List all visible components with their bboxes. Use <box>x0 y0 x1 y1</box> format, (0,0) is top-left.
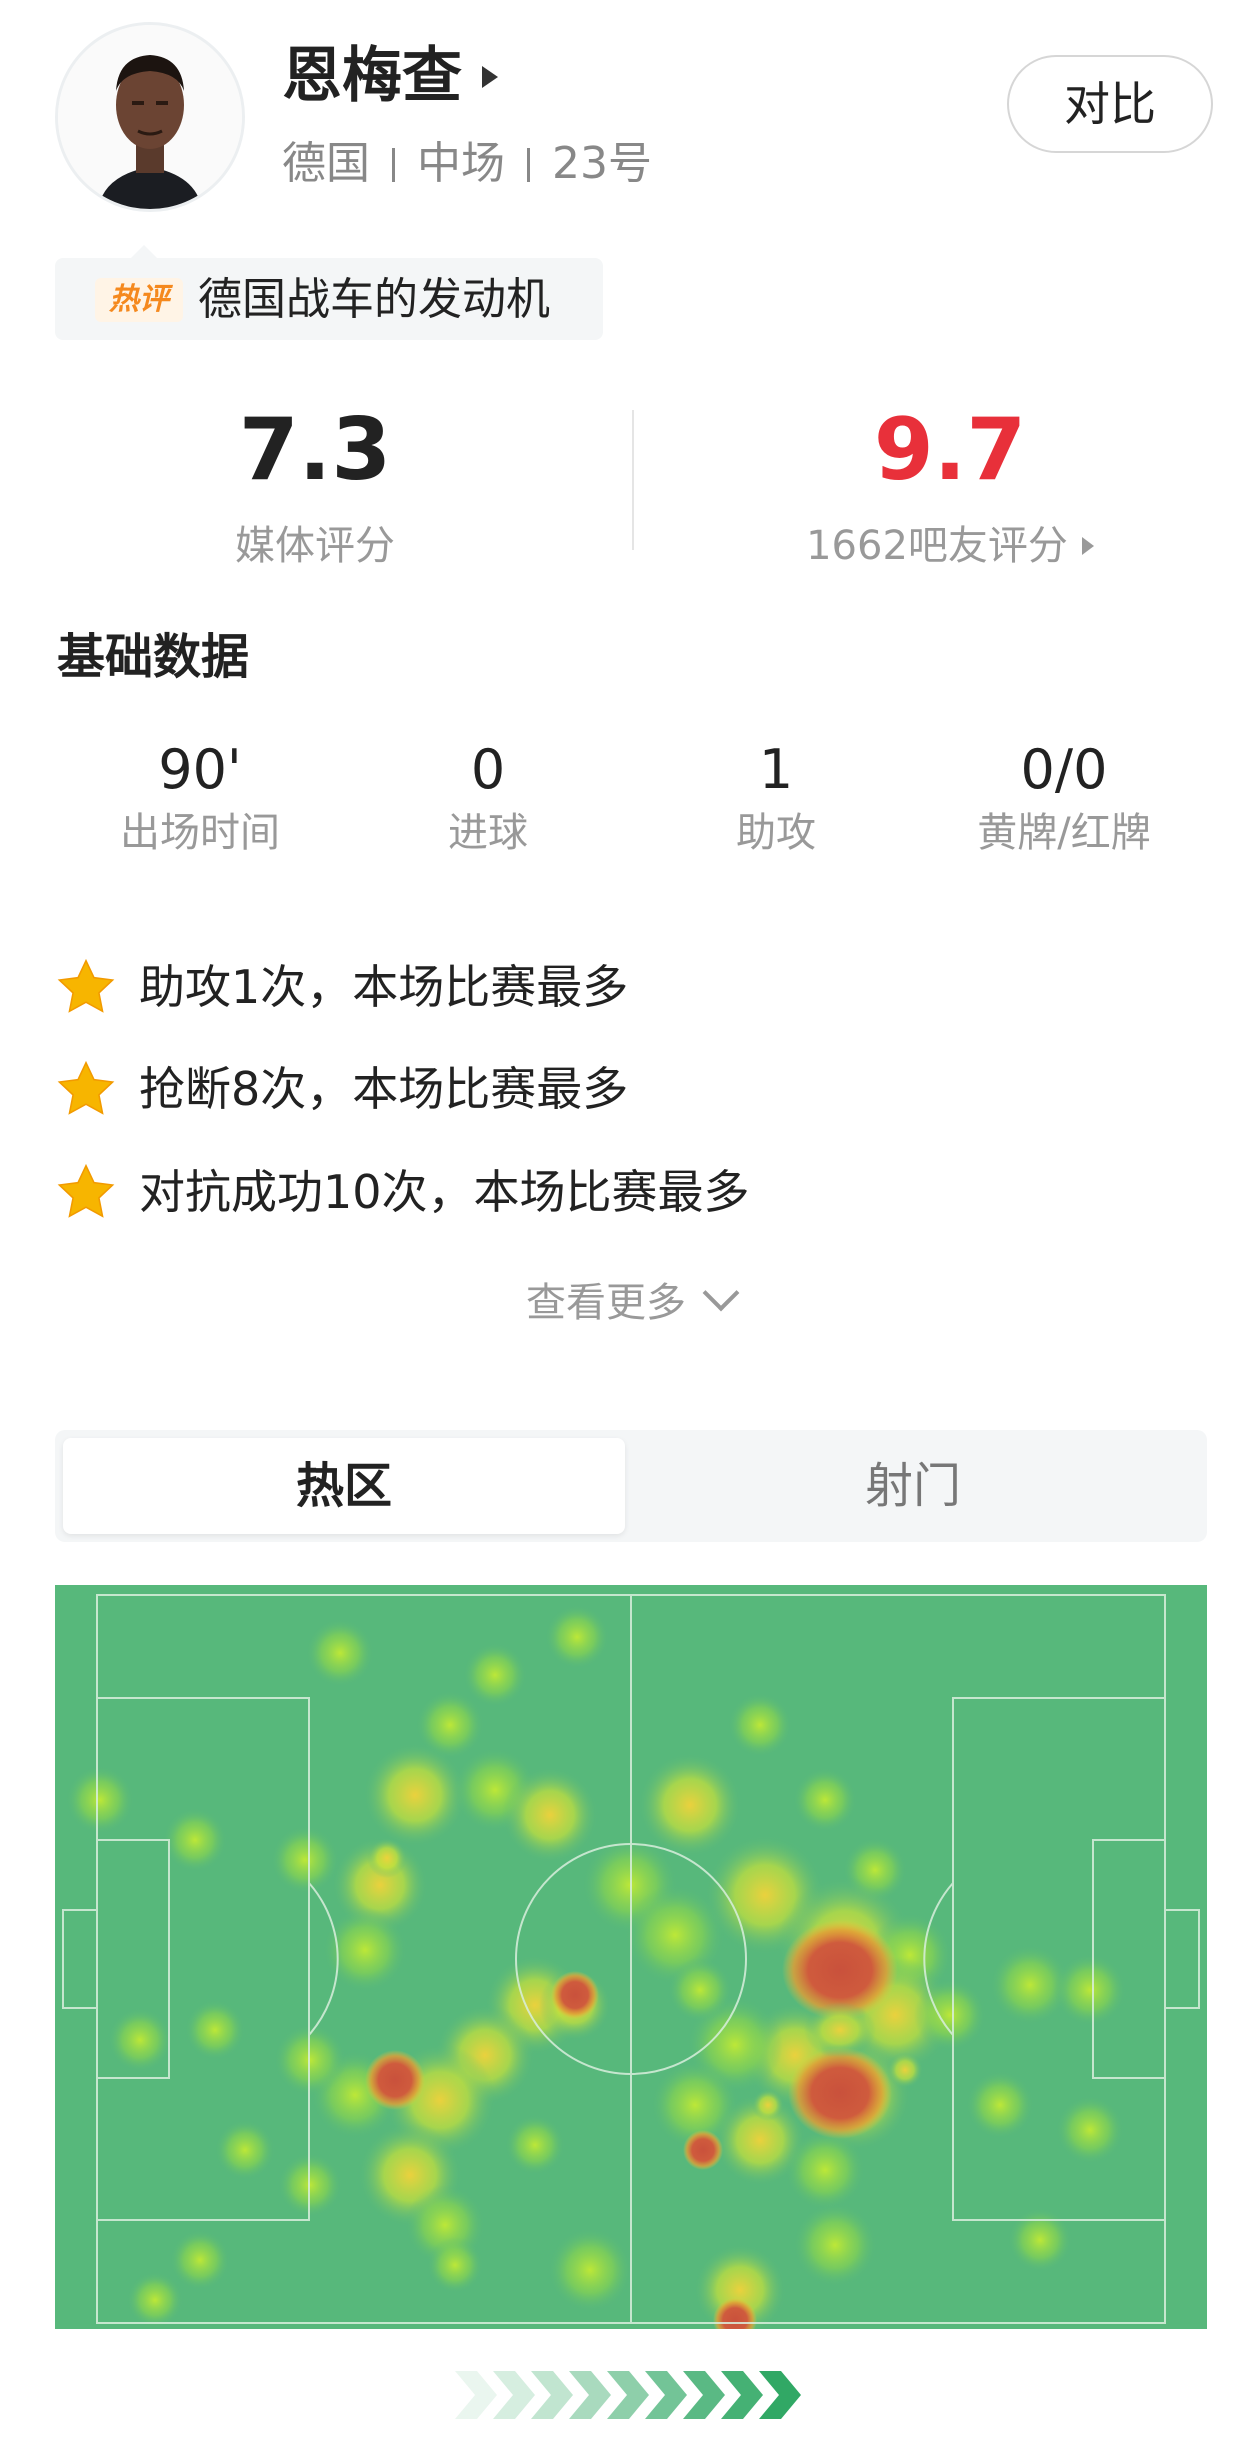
stat-label: 出场时间 <box>120 810 280 856</box>
divider <box>527 148 530 182</box>
tab-heatmap[interactable]: 热区 <box>63 1438 625 1534</box>
media-score: 7.3 <box>238 400 392 500</box>
stat-value: 0 <box>470 738 506 801</box>
hot-comment-pointer <box>130 245 158 259</box>
fan-score[interactable]: 9.7 <box>750 400 1150 500</box>
player-name[interactable]: 恩梅查 <box>282 36 462 116</box>
highlight-item: 抢断8次，本场比赛最多 <box>55 1057 628 1121</box>
stat-cards: 0/0 黄牌/红牌 <box>914 735 1214 861</box>
star-icon <box>57 1163 115 1218</box>
heatmap-pitch <box>55 1585 1207 2329</box>
star-icon <box>57 1060 115 1115</box>
player-number: 23号 <box>552 138 652 189</box>
player-meta: 德国 中场 23号 <box>282 134 652 194</box>
see-more-button[interactable]: 查看更多 <box>0 1274 1260 1331</box>
media-score-label: 媒体评分 <box>235 523 395 569</box>
hot-comment-badge: 热评 <box>95 278 183 322</box>
caret-right-icon[interactable] <box>482 66 498 88</box>
heatmap-graphic <box>62 1594 1200 2329</box>
highlight-text: 对抗成功10次，本场比赛最多 <box>139 1165 750 1219</box>
chevron-down-icon <box>702 1274 740 1312</box>
chevron-arrows-right-icon <box>455 2371 801 2419</box>
stat-minutes: 90' 出场时间 <box>50 735 350 861</box>
section-title: 基础数据 <box>57 629 250 685</box>
stat-label: 助攻 <box>736 810 816 856</box>
stat-value: 0/0 <box>1020 738 1108 801</box>
stat-value: 1 <box>758 738 794 801</box>
player-position: 中场 <box>417 138 505 189</box>
rating-divider <box>632 410 634 550</box>
hot-comment-text: 德国战车的发动机 <box>198 274 550 325</box>
stat-value: 90' <box>158 738 242 801</box>
highlight-item: 助攻1次，本场比赛最多 <box>55 955 628 1019</box>
caret-right-icon <box>1081 537 1094 555</box>
stat-label: 进球 <box>448 810 528 856</box>
player-avatar[interactable] <box>55 22 245 212</box>
stat-label: 黄牌/红牌 <box>977 810 1151 856</box>
compare-button[interactable]: 对比 <box>1007 55 1213 153</box>
highlight-item: 对抗成功10次，本场比赛最多 <box>55 1160 750 1224</box>
fan-score-label: 1662吧友评分 <box>806 523 1068 569</box>
stat-assists: 1 助攻 <box>626 735 926 861</box>
star-icon <box>57 958 115 1013</box>
see-more-label: 查看更多 <box>526 1280 686 1326</box>
divider <box>392 148 395 182</box>
stat-goals: 0 进球 <box>338 735 638 861</box>
fan-score-link[interactable]: 1662吧友评分 <box>700 518 1200 574</box>
tab-shots[interactable]: 射门 <box>627 1438 1199 1534</box>
highlight-text: 助攻1次，本场比赛最多 <box>139 960 629 1014</box>
attack-direction-icon <box>455 2365 805 2425</box>
highlight-text: 抢断8次，本场比赛最多 <box>139 1062 629 1116</box>
player-country: 德国 <box>282 138 370 189</box>
